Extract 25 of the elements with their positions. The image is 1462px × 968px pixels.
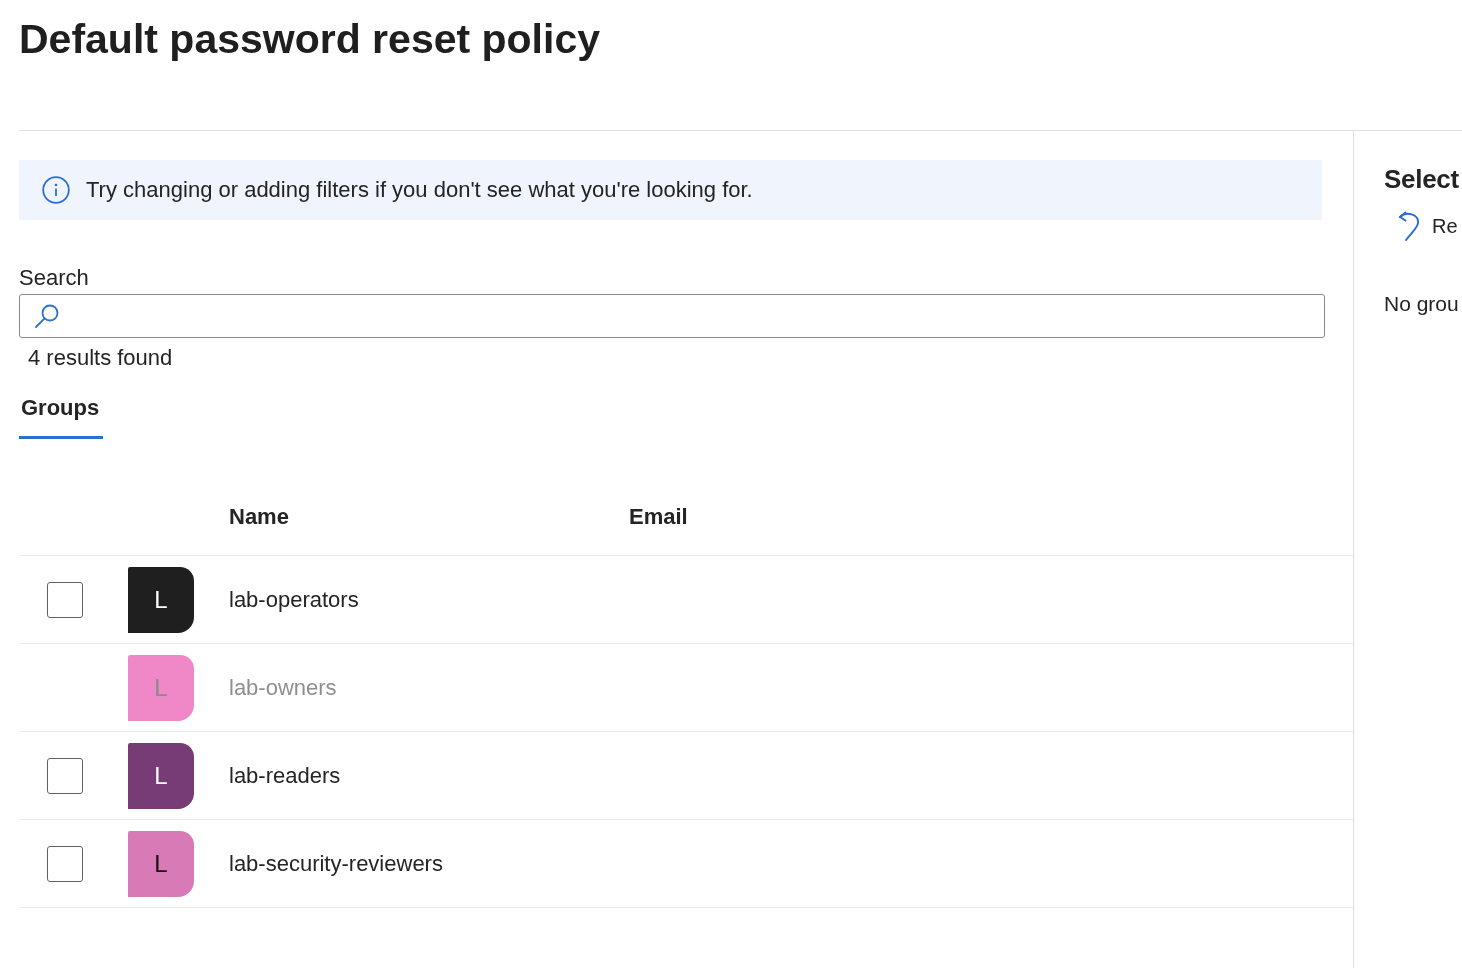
info-message: Try changing or adding filters if you don't see what you're looking for. [86,177,753,203]
column-header: Email [629,503,688,529]
groups-tab[interactable]: Groups [19,395,104,439]
row-checkbox[interactable] [47,581,83,618]
row-checkbox[interactable] [47,757,83,794]
empty-message: No grou [1384,291,1459,317]
undo-icon [1398,211,1420,241]
row-checkbox[interactable] [47,845,83,882]
page-title: Default password reset policy [19,15,600,64]
column-header: Name [229,503,289,529]
results-count: 4 results found [28,345,173,371]
group-name: lab-readers [229,762,341,789]
group-name: lab-owners [229,674,337,701]
search-label: Search [19,265,89,291]
group-avatar: L [128,566,194,633]
reset-button[interactable]: Re [1398,211,1458,241]
group-avatar: L [128,830,194,897]
group-name: lab-operators [229,586,359,613]
search-field[interactable] [19,294,1325,338]
group-name: lab-security-reviewers [229,850,443,877]
info-icon [42,176,70,204]
panel-title: Select [1384,163,1459,195]
search-icon [34,303,60,329]
group-avatar: L [128,742,194,809]
group-avatar: L [128,654,194,721]
